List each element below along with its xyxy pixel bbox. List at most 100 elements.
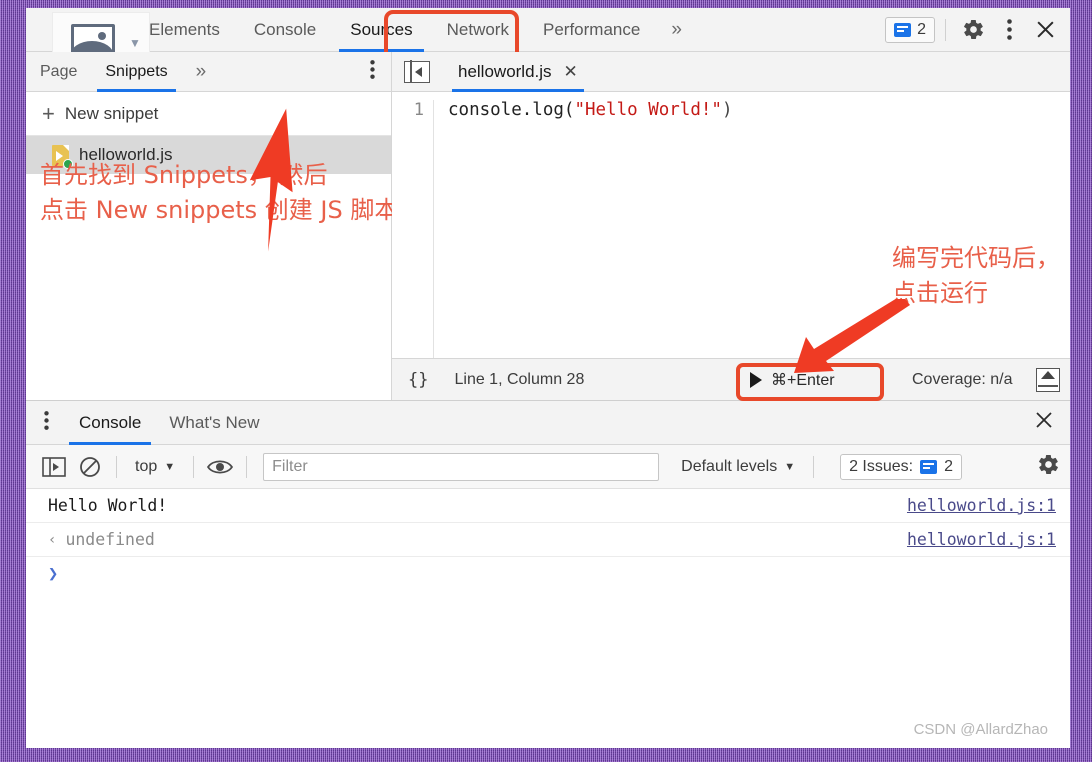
tab-elements-label: Elements: [149, 19, 220, 39]
nav-tab-page-label: Page: [40, 62, 78, 80]
code-call: console.log(: [448, 100, 575, 120]
main-tabbar-actions: 2: [885, 13, 1070, 47]
nav-tab-snippets-label: Snippets: [105, 62, 168, 80]
tab-console-label: Console: [253, 19, 317, 39]
console-message-source-link[interactable]: helloworld.js:1: [907, 496, 1056, 515]
drawer-tabbar: Console What's New: [26, 401, 1070, 445]
tab-sources-label: Sources: [350, 19, 413, 39]
execution-context-selector[interactable]: top ▼: [125, 458, 185, 476]
console-drawer: Console What's New top ▼ Filter Default …: [26, 400, 1070, 741]
nav-tab-page[interactable]: Page: [26, 52, 91, 92]
devtools-window: Elements Console Sources Network Perform…: [26, 8, 1070, 748]
coverage-status: Coverage: n/a: [912, 370, 1013, 388]
pretty-print-icon[interactable]: {}: [408, 370, 428, 390]
more-tabs-icon[interactable]: »: [657, 8, 696, 52]
console-sidebar-icon[interactable]: [36, 452, 72, 482]
main-tab-list: Elements Console Sources Network Perform…: [132, 8, 885, 52]
drawer-overflow-icon[interactable]: [26, 410, 65, 435]
annotation-left-line2: 点击 New snippets 创建 JS 脚本: [40, 195, 399, 224]
console-message-list: Hello World! helloworld.js:1 ‹ undefined…: [26, 489, 1070, 591]
sources-navigator: Page Snippets » + New snippet helloworld…: [26, 52, 398, 400]
editor-file-tab[interactable]: helloworld.js ✕: [452, 52, 584, 92]
divider: [193, 455, 195, 478]
line-number-gutter: 1: [392, 100, 434, 358]
tab-performance[interactable]: Performance: [526, 8, 657, 52]
live-expression-eye-icon[interactable]: [202, 452, 238, 482]
run-shortcut-label: ⌘+Enter: [771, 371, 835, 389]
gear-icon[interactable]: [956, 13, 990, 47]
tab-network[interactable]: Network: [430, 8, 526, 52]
console-issues-label: 2 Issues:: [849, 457, 914, 475]
divider: [813, 455, 815, 478]
new-snippet-button[interactable]: + New snippet: [26, 92, 391, 136]
divider: [945, 18, 946, 41]
close-icon[interactable]: [1034, 410, 1070, 436]
plus-icon: +: [42, 100, 55, 126]
run-snippet-button[interactable]: ⌘+Enter: [750, 370, 835, 390]
nav-more-tabs-icon[interactable]: »: [182, 61, 221, 83]
devtools-main-tabbar: Elements Console Sources Network Perform…: [26, 8, 1070, 74]
drawer-tab-console[interactable]: Console: [65, 401, 155, 445]
editor-file-tab-label: helloworld.js: [458, 61, 552, 81]
cursor-position: Line 1, Column 28: [454, 370, 585, 388]
issues-badge-button[interactable]: 2: [885, 16, 935, 43]
chevron-down-icon: ▼: [784, 460, 796, 473]
message-icon: [920, 459, 938, 474]
execution-context-label: top: [135, 457, 158, 475]
drawer-tab-console-label: Console: [79, 412, 142, 432]
close-icon[interactable]: [1028, 13, 1062, 47]
close-icon[interactable]: ✕: [564, 62, 578, 82]
console-filter-input[interactable]: Filter: [263, 452, 660, 481]
result-arrow-icon: ‹: [48, 531, 57, 548]
show-drawer-icon[interactable]: [1036, 367, 1060, 392]
code-paren: ): [721, 100, 733, 120]
console-prompt[interactable]: ❯: [26, 557, 1070, 591]
tab-console[interactable]: Console: [237, 8, 333, 52]
log-levels-selector[interactable]: Default levels ▼: [681, 458, 795, 476]
show-navigator-icon[interactable]: [404, 60, 430, 83]
chevron-down-icon: ▼: [129, 36, 141, 50]
drawer-tab-whats-new[interactable]: What's New: [155, 401, 273, 445]
divider: [246, 455, 248, 478]
console-empty-space: [26, 591, 1070, 741]
three-dots-vertical-icon[interactable]: [992, 13, 1026, 47]
gear-icon[interactable]: [1037, 453, 1060, 481]
log-levels-label: Default levels: [681, 457, 778, 475]
drawer-tab-whats-new-label: What's New: [169, 412, 260, 432]
console-issues-button[interactable]: 2 Issues: 2: [840, 453, 963, 480]
console-filter-placeholder: Filter: [272, 457, 308, 475]
tab-performance-label: Performance: [542, 19, 641, 39]
console-issues-count: 2: [944, 457, 954, 475]
watermark: CSDN @AllardZhao: [913, 721, 1048, 738]
clear-console-icon[interactable]: [72, 452, 108, 482]
console-prompt-caret: ❯: [48, 564, 59, 584]
divider: [116, 455, 117, 478]
annotation-right-line1: 编写完代码后，: [892, 244, 1060, 272]
console-message-source-link[interactable]: helloworld.js:1: [907, 530, 1056, 549]
navigator-overflow-icon[interactable]: [354, 59, 391, 84]
console-message-row[interactable]: ‹ undefined helloworld.js:1: [26, 523, 1070, 557]
navigator-tabbar: Page Snippets »: [26, 52, 391, 92]
console-toolbar: top ▼ Filter Default levels ▼ 2 Issues: …: [26, 445, 1070, 489]
tab-sources[interactable]: Sources: [333, 8, 429, 52]
chevron-down-icon: ▼: [164, 460, 176, 473]
code-area[interactable]: 1 console.log("Hello World!"): [392, 92, 1070, 358]
annotation-right: 编写完代码后， 点击运行: [892, 241, 1060, 311]
annotation-right-line2: 点击运行: [892, 278, 988, 307]
console-message-row[interactable]: Hello World! helloworld.js:1: [26, 489, 1070, 523]
issues-badge-count: 2: [917, 20, 926, 38]
sources-panel: Page Snippets » + New snippet helloworld…: [26, 52, 1070, 401]
editor-tabbar: helloworld.js ✕: [392, 52, 1070, 92]
annotation-left-line1: 首先找到 Snippets， 然后: [40, 161, 328, 189]
nav-tab-snippets[interactable]: Snippets: [91, 52, 181, 92]
line-number: 1: [413, 100, 424, 120]
editor-status-bar: {} Line 1, Column 28 ⌘+Enter Coverage: n…: [392, 244, 1070, 401]
annotation-left: 首先找到 Snippets， 然后 点击 New snippets 创建 JS …: [40, 158, 398, 228]
play-icon: [750, 371, 762, 388]
message-icon: [894, 22, 912, 37]
console-message-text: Hello World!: [48, 496, 168, 515]
tab-network-label: Network: [446, 19, 509, 39]
code-line-1: console.log("Hello World!"): [434, 100, 733, 358]
new-snippet-label: New snippet: [64, 103, 159, 123]
console-result-text: ‹ undefined: [48, 530, 155, 549]
